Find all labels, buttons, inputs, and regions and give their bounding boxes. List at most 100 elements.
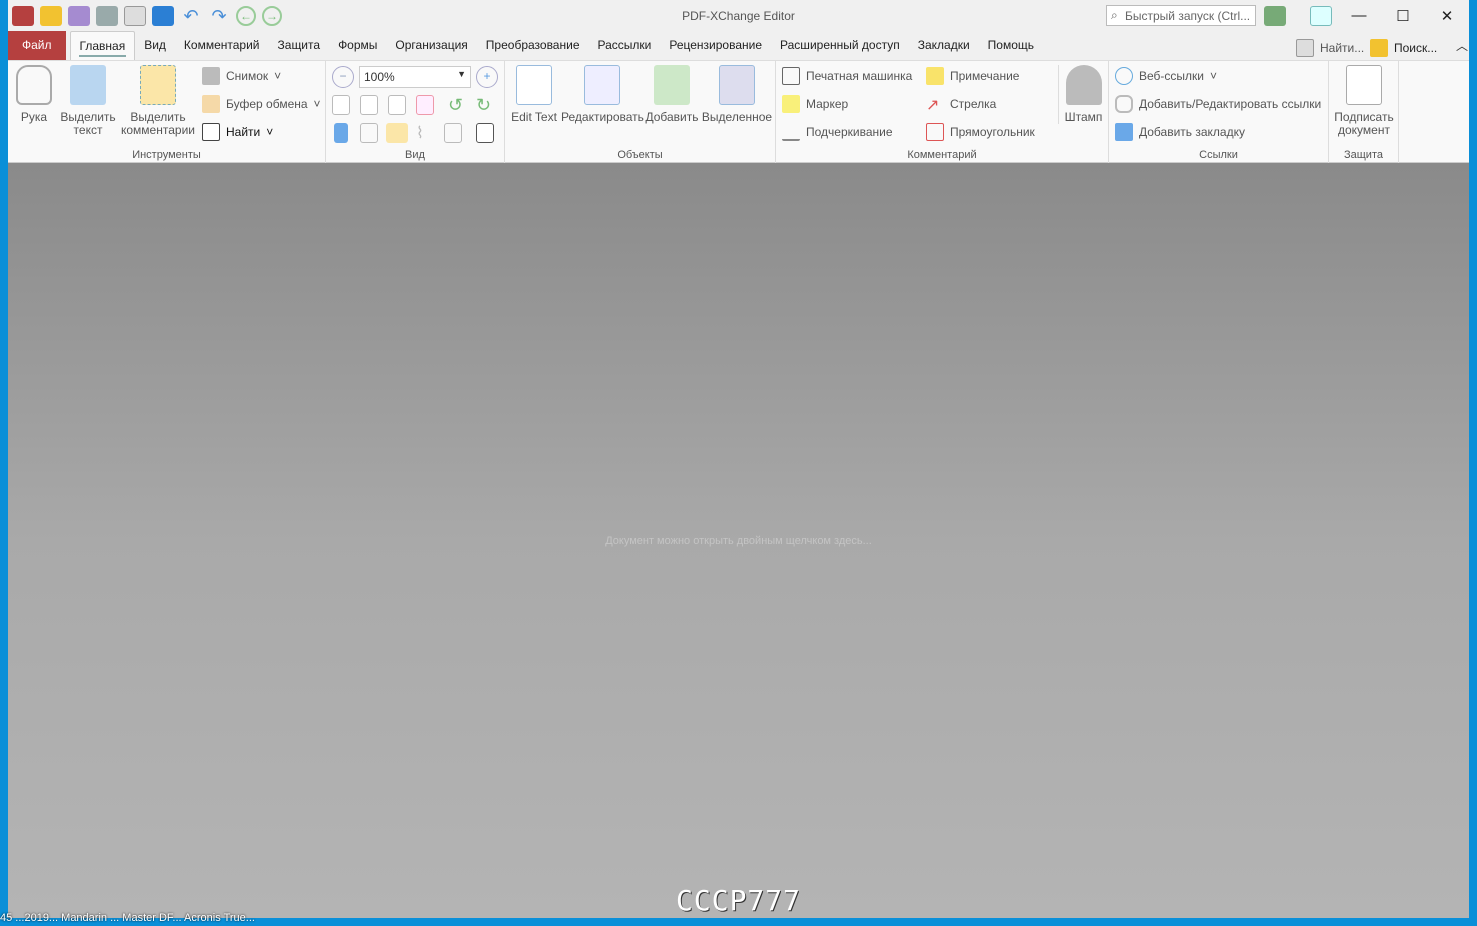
tab-convert[interactable]: Преобразование [477, 31, 589, 60]
find-tool-label: Найти [226, 125, 261, 139]
document-area[interactable]: Документ можно открыть двойным щелчком з… [8, 163, 1469, 918]
tab-file[interactable]: Файл [8, 31, 66, 60]
group-links-label: Ссылки [1199, 149, 1238, 161]
forward-icon[interactable]: → [262, 5, 282, 26]
quick-launch-input[interactable]: ⌕ Быстрый запуск (Ctrl... [1106, 5, 1256, 26]
search-icon: ⌕ [1111, 8, 1118, 22]
maximize-button[interactable]: ☐ [1381, 0, 1425, 31]
fit-page-icon[interactable] [360, 95, 378, 115]
tab-forms[interactable]: Формы [329, 31, 386, 60]
group-links: Веб-ссылки ˅ Добавить/Редактировать ссыл… [1109, 61, 1329, 163]
clipboard-icon [202, 95, 220, 113]
app-logo-icon[interactable] [12, 5, 34, 26]
select-text-button[interactable]: Выделить текст [60, 65, 116, 137]
fit-width-icon[interactable] [388, 95, 406, 115]
fullscreen-icon[interactable] [1310, 6, 1332, 26]
highlight-button[interactable]: Маркер [782, 95, 848, 113]
minimize-button[interactable]: — [1337, 0, 1381, 31]
fit-visible-icon[interactable] [416, 95, 434, 115]
hand-tool-button[interactable]: Рука [14, 65, 54, 124]
zoom-out-icon[interactable]: − [332, 66, 354, 88]
title-bar: ↶ ↷ ← → PDF-XChange Editor ⌕ Быстрый запу… [8, 0, 1469, 31]
stamp-button[interactable]: Штамп [1058, 65, 1108, 124]
back-icon[interactable]: ← [236, 5, 256, 26]
clipboard-button[interactable]: Буфер обмена ˅ [202, 95, 321, 113]
app-window: ↶ ↷ ← → PDF-XChange Editor ⌕ Быстрый запу… [8, 0, 1469, 918]
stamp-label: Штамп [1064, 110, 1103, 124]
select-comments-label: Выделить комментарии [121, 110, 195, 137]
tab-protect[interactable]: Защита [269, 31, 330, 60]
zoom-in-icon[interactable]: + [476, 66, 498, 88]
sign-document-button[interactable]: Подписать документ [1331, 65, 1397, 137]
tab-home[interactable]: Главная [69, 31, 136, 60]
edit-text-label: Edit Text [511, 110, 557, 124]
group-tools-label: Инструменты [132, 149, 201, 161]
note-label: Примечание [950, 69, 1020, 83]
arrow-icon: ↗ [926, 97, 940, 114]
find-button[interactable]: Найти... [1296, 39, 1364, 57]
tab-review[interactable]: Рецензирование [660, 31, 771, 60]
note-button[interactable]: Примечание [926, 67, 1019, 85]
group-comments: Печатная машинка Примечание Маркер ↗ Стре… [776, 61, 1109, 163]
pages-panel-icon[interactable] [360, 123, 378, 143]
find-label: Найти... [1320, 41, 1365, 55]
close-button[interactable]: ✕ [1425, 0, 1469, 31]
underline-icon [782, 123, 800, 141]
properties-icon[interactable] [476, 123, 494, 143]
attachments-icon[interactable]: ⌇ [416, 123, 438, 143]
add-edit-links-button[interactable]: Добавить/Редактировать ссылки [1115, 95, 1321, 113]
save-icon[interactable] [68, 5, 90, 26]
add-objects-icon [654, 65, 690, 105]
rectangle-icon [926, 123, 944, 141]
bookmarks-panel-icon[interactable] [334, 123, 348, 143]
typewriter-button[interactable]: Печатная машинка [782, 67, 912, 85]
rectangle-button[interactable]: Прямоугольник [926, 123, 1035, 141]
undo-icon[interactable]: ↶ [180, 6, 202, 26]
tab-organize[interactable]: Организация [386, 31, 476, 60]
select-comments-button[interactable]: Выделить комментарии [118, 65, 198, 137]
selected-objects-icon [719, 65, 755, 105]
rotate-right-icon[interactable]: ↻ [476, 95, 498, 115]
tab-bookmarks[interactable]: Закладки [909, 31, 979, 60]
email-icon[interactable] [124, 5, 146, 26]
tab-mailings[interactable]: Рассылки [589, 31, 661, 60]
add-bookmark-button[interactable]: Добавить закладку [1115, 123, 1245, 141]
actual-size-icon[interactable] [332, 95, 350, 115]
globe-icon [1115, 67, 1133, 85]
rotate-left-icon[interactable]: ↺ [448, 95, 470, 115]
redo-icon[interactable]: ↷ [208, 6, 230, 26]
tab-share[interactable]: Расширенный доступ [771, 31, 909, 60]
camera-icon [202, 67, 220, 85]
print-icon[interactable] [96, 5, 118, 26]
binoculars-icon [202, 123, 220, 141]
scan-icon[interactable] [152, 5, 174, 26]
ui-options-icon[interactable] [1264, 6, 1286, 26]
zoom-value: 100% [364, 70, 395, 84]
selected-objects-button[interactable]: Выделенное [701, 65, 773, 124]
arrow-button[interactable]: ↗ Стрелка [926, 95, 996, 114]
search-label: Поиск... [1394, 41, 1438, 55]
open-icon[interactable] [40, 5, 62, 26]
web-links-label: Веб-ссылки [1139, 69, 1204, 83]
zoom-select[interactable]: 100% ▼ [359, 66, 471, 88]
tab-view[interactable]: Вид [135, 31, 175, 60]
tab-help[interactable]: Помощь [979, 31, 1043, 60]
search-button[interactable]: Поиск... [1370, 39, 1437, 57]
edit-objects-button[interactable]: Редактировать [561, 65, 644, 124]
group-comments-label: Комментарий [907, 149, 977, 161]
add-objects-button[interactable]: Добавить [645, 65, 699, 124]
underline-button[interactable]: Подчеркивание [782, 123, 893, 141]
link-icon [1115, 95, 1133, 113]
comments-panel-icon[interactable] [386, 123, 408, 143]
snapshot-button[interactable]: Снимок ˅ [202, 67, 281, 85]
find-tool-button[interactable]: Найти ˅ [202, 123, 273, 141]
content-panel-icon[interactable] [444, 123, 462, 143]
collapse-ribbon-icon[interactable]: ︿ [1456, 37, 1468, 54]
web-links-button[interactable]: Веб-ссылки ˅ [1115, 67, 1217, 85]
highlight-icon [782, 95, 800, 113]
hand-icon [16, 65, 52, 105]
edit-text-button[interactable]: Edit Text [509, 65, 559, 124]
tab-comment[interactable]: Комментарий [175, 31, 269, 60]
select-comments-icon [140, 65, 176, 105]
quick-launch-placeholder: Быстрый запуск (Ctrl... [1125, 9, 1251, 23]
